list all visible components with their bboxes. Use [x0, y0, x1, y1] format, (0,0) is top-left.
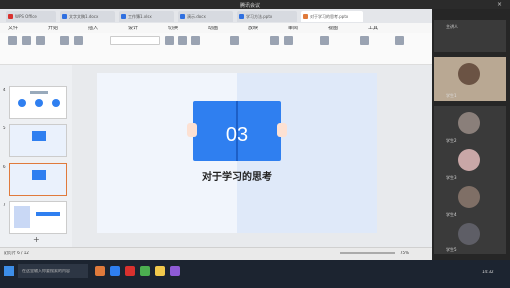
- participant-tile[interactable]: 学生5: [434, 217, 506, 254]
- app-icon[interactable]: [125, 266, 135, 276]
- search-placeholder: 在这里输入你要搜索的内容: [22, 269, 70, 273]
- tab-4[interactable]: 学习方法.pptx: [237, 11, 297, 22]
- thumb-book: [32, 170, 46, 180]
- avatar: [458, 112, 480, 134]
- picture-icon[interactable]: [320, 36, 329, 45]
- menu-item-tools[interactable]: 工具: [368, 26, 378, 31]
- thumbnail-slide-6[interactable]: [9, 163, 67, 196]
- add-slide-icon[interactable]: +: [33, 236, 41, 244]
- window-titlebar: 腾讯会议: [0, 0, 510, 9]
- thumbnail-index: 6: [3, 165, 6, 169]
- menu-item-file[interactable]: 文件: [8, 26, 18, 31]
- menu-item-design[interactable]: 设计: [128, 26, 138, 31]
- thumbnail-slide-5[interactable]: [9, 124, 67, 157]
- avatar: [458, 63, 480, 85]
- thumbnail-index: 5: [3, 126, 6, 130]
- thumb-circle: [52, 99, 60, 107]
- tab-3[interactable]: 演示.docx: [178, 11, 233, 22]
- tab-2[interactable]: 工作簿1.xlsx: [119, 11, 174, 22]
- windows-start-icon[interactable]: [4, 266, 14, 276]
- thumbnail-index: 7: [3, 203, 6, 207]
- tab-label: 演示.docx: [187, 14, 206, 19]
- cut-icon[interactable]: [22, 36, 31, 45]
- thumb-heading: [30, 91, 48, 94]
- taskbar-search[interactable]: 在这里输入你要搜索的内容: [18, 264, 88, 278]
- menu-item-transition[interactable]: 切换: [168, 26, 178, 31]
- italic-icon[interactable]: [178, 36, 187, 45]
- slide-counter: 幻灯片 6 / 12: [4, 251, 29, 255]
- thumb-circle: [18, 99, 26, 107]
- shape-icon[interactable]: [284, 36, 293, 45]
- thumbnail-slide-4[interactable]: [9, 86, 67, 119]
- tab-label: 文字文稿1.docx: [69, 14, 99, 19]
- copy-icon[interactable]: [36, 36, 45, 45]
- bold-icon[interactable]: [165, 36, 174, 45]
- thumb-circle: [35, 99, 43, 107]
- section-number: 03: [225, 124, 249, 146]
- tab-icon: [303, 14, 308, 19]
- app-icon[interactable]: [170, 266, 180, 276]
- participant-tile[interactable]: 学生3: [434, 143, 506, 183]
- find-icon[interactable]: [360, 36, 369, 45]
- menu-item-review[interactable]: 审阅: [288, 26, 298, 31]
- participant-tile[interactable]: 学生1: [434, 57, 506, 101]
- right-hand: [277, 123, 287, 137]
- tab-label: WPS Office: [15, 14, 37, 19]
- tab-icon: [8, 14, 13, 19]
- notes-area[interactable]: 单击此处添加备注: [80, 237, 250, 253]
- participant-tile[interactable]: 学生4: [434, 180, 506, 220]
- tab-5[interactable]: 对于学习的思考.pptx: [301, 11, 363, 22]
- menu-item-slideshow[interactable]: 放映: [248, 26, 258, 31]
- participant-name: 学生5: [446, 247, 457, 252]
- tab-1[interactable]: 文字文稿1.docx: [60, 11, 115, 22]
- font-select[interactable]: [110, 36, 160, 45]
- avatar: [458, 186, 480, 208]
- menu-item-insert[interactable]: 插入: [88, 26, 98, 31]
- avatar: [458, 223, 480, 245]
- avatar: [458, 149, 480, 171]
- tab-label: 学习方法.pptx: [246, 14, 273, 19]
- zoom-slider[interactable]: [340, 252, 395, 254]
- clock: 14:32: [482, 270, 494, 274]
- select-icon[interactable]: [395, 36, 404, 45]
- tab-icon: [62, 14, 67, 19]
- tab-icon: [239, 14, 244, 19]
- participant-name: 主讲人: [446, 24, 458, 29]
- zoom-level[interactable]: 75%: [400, 251, 409, 255]
- textbox-icon[interactable]: [270, 36, 279, 45]
- app-icon[interactable]: [95, 266, 105, 276]
- app-icon[interactable]: [155, 266, 165, 276]
- tab-label: 对于学习的思考.pptx: [310, 14, 349, 19]
- tab-0[interactable]: WPS Office: [6, 11, 56, 22]
- thumb-heading: [36, 212, 60, 216]
- thumbnail-index: 4: [3, 88, 6, 92]
- app-icon[interactable]: [140, 266, 150, 276]
- current-slide: 03 对于学习的思考: [97, 73, 377, 233]
- participant-tile[interactable]: 主讲人: [434, 20, 506, 52]
- window-close-icon[interactable]: ×: [497, 1, 505, 8]
- menu-item-animation[interactable]: 动画: [208, 26, 218, 31]
- new-slide-icon[interactable]: [60, 36, 69, 45]
- tab-label: 工作簿1.xlsx: [128, 14, 152, 19]
- menu-item-home[interactable]: 开始: [48, 26, 58, 31]
- window-title: 腾讯会议: [240, 3, 261, 9]
- participant-name: 学生1: [446, 93, 457, 98]
- paste-icon[interactable]: [8, 36, 17, 45]
- menu-item-view[interactable]: 视图: [328, 26, 338, 31]
- tab-icon: [180, 14, 185, 19]
- thumb-book: [32, 131, 46, 141]
- left-hand: [187, 123, 197, 137]
- tab-icon: [121, 14, 126, 19]
- participant-tile[interactable]: 学生2: [434, 106, 506, 146]
- app-icon[interactable]: [110, 266, 120, 276]
- underline-icon[interactable]: [191, 36, 200, 45]
- thumb-image: [14, 206, 30, 228]
- slide-title[interactable]: 对于学习的思考: [167, 173, 307, 183]
- thumbnail-slide-7[interactable]: [9, 201, 67, 234]
- layout-icon[interactable]: [74, 36, 83, 45]
- align-icon[interactable]: [230, 36, 239, 45]
